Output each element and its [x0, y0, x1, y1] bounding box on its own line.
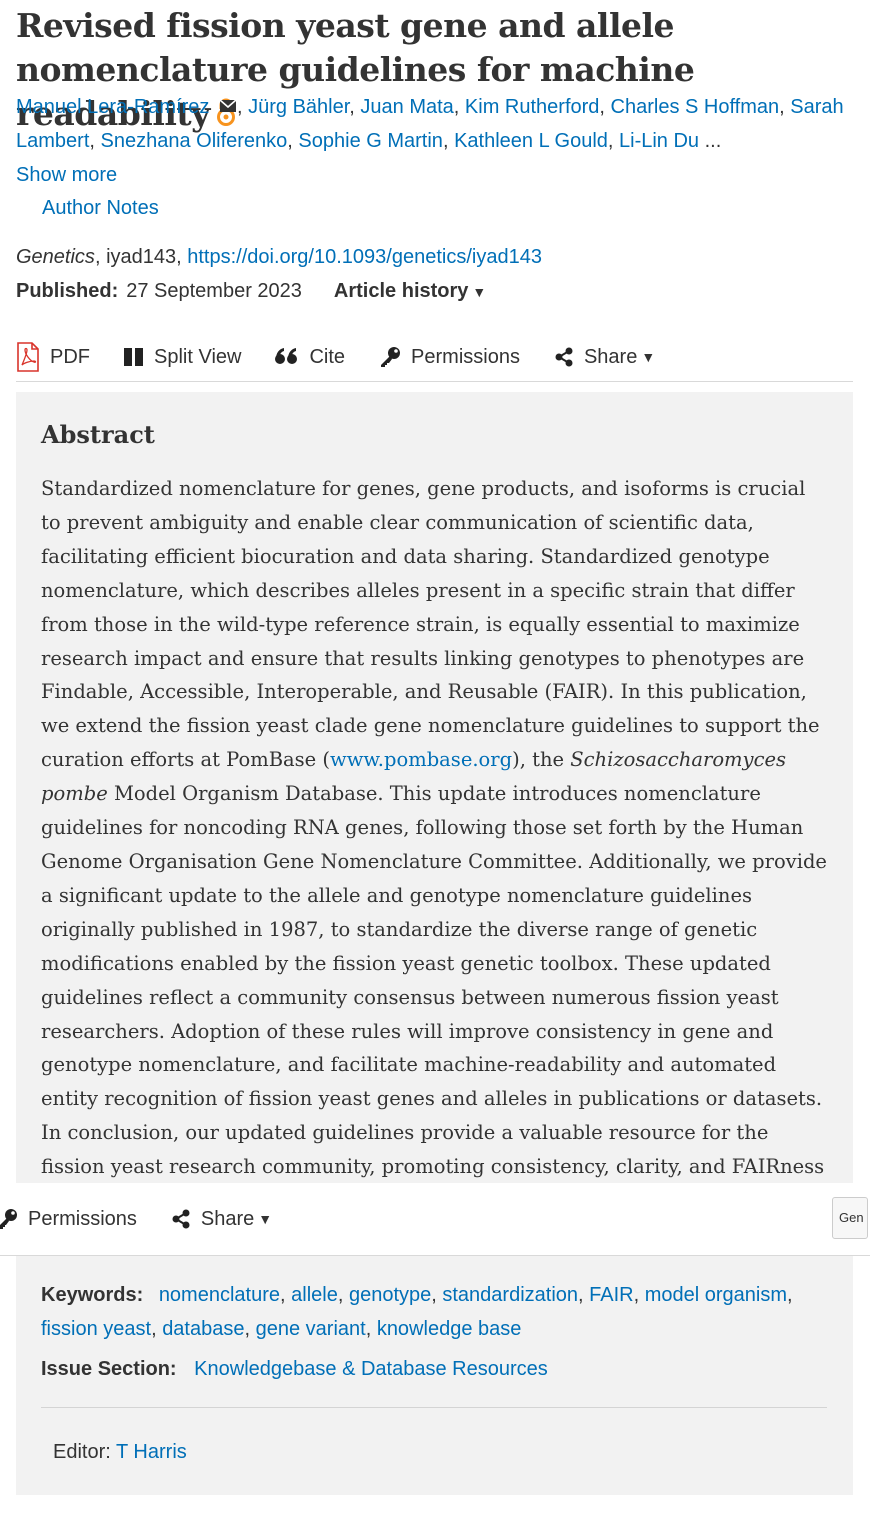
permissions-button[interactable]: Permissions: [379, 346, 520, 369]
issue-section-link[interactable]: Knowledgebase & Database Resources: [194, 1358, 548, 1380]
author-link[interactable]: Juan Mata: [360, 96, 453, 118]
keyword-link[interactable]: nomenclature: [159, 1284, 280, 1306]
keyword-link[interactable]: model organism: [645, 1284, 787, 1306]
pombase-link[interactable]: www.pombase.org: [330, 748, 512, 771]
share-icon: [554, 347, 574, 367]
share-button[interactable]: Share ▼: [171, 1208, 272, 1231]
keyword-link[interactable]: gene variant: [256, 1318, 366, 1340]
author-notes-link[interactable]: Author Notes: [42, 191, 159, 225]
author-list: Manuel Lera-Ramírez , Jürg Bähler, Juan …: [16, 96, 844, 186]
split-view-button[interactable]: Split View: [124, 346, 241, 369]
author-link[interactable]: Manuel Lera-Ramírez: [16, 96, 209, 118]
keywords: Keywords: nomenclature, allele, genotype…: [41, 1284, 793, 1340]
issue-section: Issue Section: Knowledgebase & Database …: [41, 1353, 548, 1385]
article-toolbar: PDF Split View Cite Permissions Share ▼: [16, 333, 853, 382]
share-button[interactable]: Share ▼: [554, 346, 655, 369]
article-history-toggle[interactable]: Article history ▼: [334, 280, 486, 302]
sticky-toolbar: Permissions Share ▼ Gen: [0, 1183, 870, 1256]
pdf-icon: [16, 342, 40, 372]
doi-link[interactable]: https://doi.org/10.1093/genetics/iyad143: [187, 246, 542, 268]
published-line: Published: 27 September 2023 Article histo…: [16, 275, 486, 308]
editor-link[interactable]: T Harris: [116, 1441, 187, 1463]
caret-down-icon: ▼: [641, 349, 656, 365]
abstract-text: Standardized nomenclature for genes, gen…: [41, 472, 831, 1218]
permissions-label: Permissions: [28, 1207, 137, 1230]
key-icon: [379, 346, 401, 368]
author-link[interactable]: Li-Lin Du: [619, 130, 699, 152]
pdf-label: PDF: [50, 345, 90, 368]
author-link[interactable]: Charles S Hoffman: [611, 96, 780, 118]
citation-line: Genetics, iyad143, https://doi.org/10.10…: [16, 246, 542, 268]
split-view-label: Split View: [154, 345, 242, 368]
journal-name: Genetics: [16, 246, 95, 268]
cite-button[interactable]: Cite: [275, 346, 345, 369]
article-history-label: Article history: [333, 280, 469, 302]
pdf-button[interactable]: PDF: [16, 342, 90, 372]
keyword-link[interactable]: allele: [291, 1284, 338, 1306]
abstract-text-part: Standardized nomenclature for genes, gen…: [41, 477, 820, 772]
share-icon: [171, 1209, 191, 1229]
article-id: iyad143: [106, 246, 177, 268]
published-date: 27 September 2023: [126, 280, 302, 302]
author-link[interactable]: Jürg Bähler: [248, 96, 349, 118]
journal-select[interactable]: Gen: [832, 1197, 868, 1239]
author-link[interactable]: Kathleen L Gould: [454, 130, 608, 152]
editor-line: Editor: T Harris: [53, 1436, 187, 1468]
keyword-link[interactable]: FAIR: [589, 1284, 633, 1306]
divider: [41, 1407, 827, 1408]
keyword-link[interactable]: genotype: [349, 1284, 431, 1306]
permissions-label: Permissions: [411, 345, 520, 368]
published-label: Published:: [16, 280, 119, 302]
author-link[interactable]: Sophie G Martin: [298, 130, 443, 152]
split-view-icon: [124, 348, 144, 366]
issue-section-label: Issue Section:: [41, 1358, 177, 1380]
share-label: Share: [200, 1207, 255, 1230]
authors-ellipsis: ...: [704, 130, 722, 152]
keyword-link[interactable]: standardization: [442, 1284, 578, 1306]
cite-label: Cite: [309, 345, 346, 368]
quote-icon: [275, 348, 299, 366]
caret-down-icon: ▼: [472, 284, 487, 300]
keywords-label: Keywords:: [41, 1284, 144, 1306]
keyword-link[interactable]: knowledge base: [377, 1318, 522, 1340]
author-link[interactable]: Snezhana Oliferenko: [101, 130, 288, 152]
editor-label: Editor:: [53, 1441, 111, 1463]
caret-down-icon: ▼: [258, 1211, 273, 1227]
email-icon[interactable]: [215, 96, 237, 118]
abstract-text-part: Model Organism Database. This update int…: [41, 782, 827, 1212]
show-more-link[interactable]: Show more: [16, 164, 117, 186]
abstract-heading: Abstract: [41, 420, 155, 449]
share-label: Share: [583, 345, 638, 368]
keyword-link[interactable]: fission yeast: [41, 1318, 151, 1340]
keyword-link[interactable]: database: [162, 1318, 244, 1340]
permissions-button[interactable]: Permissions: [0, 1208, 137, 1231]
abstract-text-part: ), the: [512, 748, 571, 772]
key-icon: [0, 1208, 18, 1230]
author-link[interactable]: Kim Rutherford: [465, 96, 600, 118]
